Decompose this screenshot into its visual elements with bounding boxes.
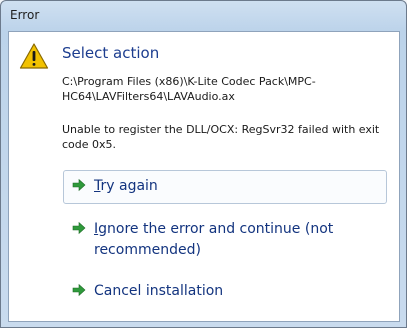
file-path-text: C:\Program Files (x86)\K-Lite Codec Pack… <box>62 75 316 103</box>
green-arrow-icon <box>72 283 86 297</box>
error-dialog-window: Error Select action C:\Program Files (x8… <box>0 0 407 328</box>
window-title: Error <box>10 8 40 22</box>
warning-icon <box>19 43 49 69</box>
cancel-installation-label: Cancel installation <box>94 283 224 299</box>
ignore-error-button[interactable]: Ignore the error and continue (not recom… <box>63 213 387 265</box>
dialog-content: Select action C:\Program Files (x86)\K-L… <box>8 31 400 322</box>
green-arrow-icon <box>72 178 86 192</box>
cancel-installation-button[interactable]: Cancel installation <box>63 275 387 309</box>
error-message: Unable to register the DLL/OCX: RegSvr32… <box>62 123 380 151</box>
ignore-error-label: Ignore the error and continue (not recom… <box>94 221 334 258</box>
try-again-button[interactable]: Try again <box>63 170 387 204</box>
dialog-heading: Select action <box>62 44 160 62</box>
try-again-label: Try again <box>94 178 158 194</box>
green-arrow-icon <box>72 221 86 235</box>
